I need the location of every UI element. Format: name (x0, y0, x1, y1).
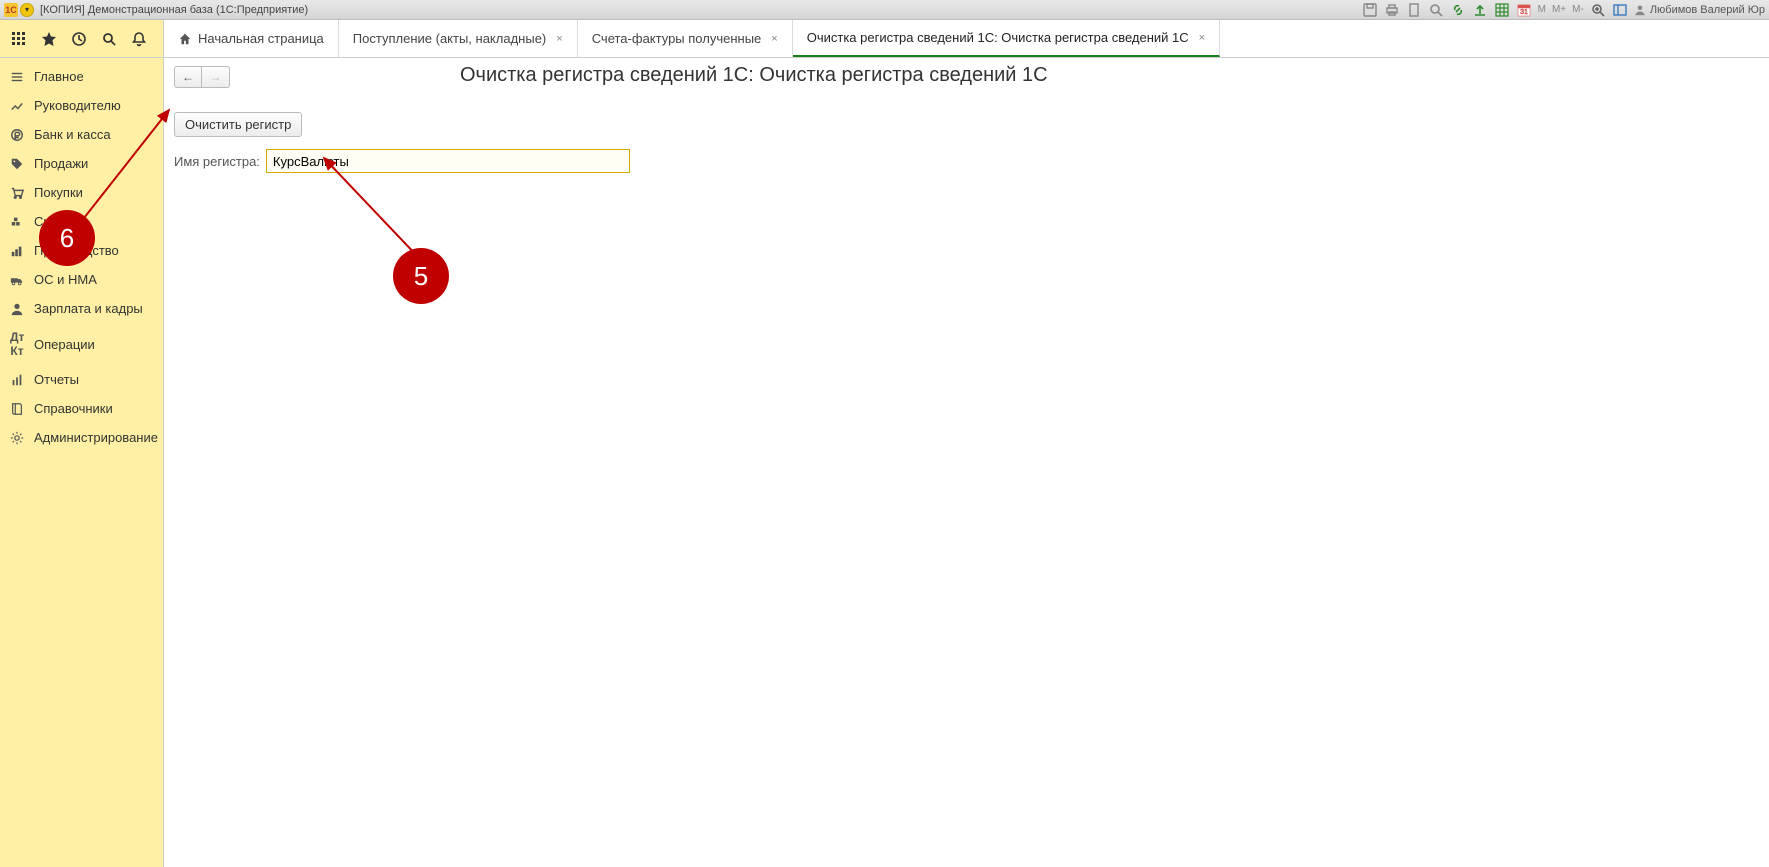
star-icon[interactable] (40, 30, 58, 48)
operations-icon: ДтКт (10, 330, 24, 358)
home-icon (178, 32, 192, 46)
tab-home[interactable]: Начальная страница (164, 20, 339, 57)
calendar-icon[interactable]: 31 (1516, 2, 1532, 18)
tag-icon (10, 157, 24, 171)
sidebar-item-sales[interactable]: Продажи (0, 149, 163, 178)
sidebar-item-label: Руководителю (34, 98, 121, 113)
cart-icon (10, 186, 24, 200)
user-info[interactable]: Любимов Валерий Юр (1634, 4, 1765, 16)
sidebar-item-label: Покупки (34, 185, 83, 200)
document-icon[interactable] (1406, 2, 1422, 18)
svg-text:31: 31 (1520, 9, 1528, 16)
titlebar-icons: 31 M M+ M- (1362, 2, 1628, 18)
page-title: Очистка регистра сведений 1С: Очистка ре… (460, 64, 1048, 87)
memory-mplus-icon[interactable]: M+ (1552, 2, 1566, 18)
annotation-callout-5: 5 (393, 248, 449, 304)
sidebar-item-label: ОС и НМА (34, 272, 97, 287)
sidebar-item-admin[interactable]: Администрирование (0, 423, 163, 452)
zoom-icon[interactable] (1590, 2, 1606, 18)
window-title: [КОПИЯ] Демонстрационная база (1С:Предпр… (40, 4, 308, 16)
search-tb-icon[interactable] (1428, 2, 1444, 18)
history-icon[interactable] (70, 30, 88, 48)
register-name-row: Имя регистра: (174, 149, 1759, 173)
tab-home-label: Начальная страница (198, 31, 324, 46)
sidebar-item-operations[interactable]: ДтКт Операции (0, 323, 163, 365)
memory-mminus-icon[interactable]: M- (1572, 2, 1584, 18)
close-icon[interactable]: × (771, 33, 777, 45)
memory-m-icon[interactable]: M (1538, 2, 1546, 18)
sidebar-item-label: Продажи (34, 156, 88, 171)
bars-icon (10, 244, 24, 258)
truck-icon (10, 273, 24, 287)
sidebar-item-label: Отчеты (34, 372, 79, 387)
panel-icon[interactable] (1612, 2, 1628, 18)
sidebar-item-main[interactable]: Главное (0, 62, 163, 91)
search-icon[interactable] (100, 30, 118, 48)
sidebar-item-label: Операции (34, 337, 95, 352)
sidebar-item-label: Справочники (34, 401, 113, 416)
annotation-callout-6: 6 (39, 210, 95, 266)
sidebar-item-label: Главное (34, 69, 84, 84)
forward-button[interactable]: → (202, 66, 230, 88)
warehouse-icon (10, 215, 24, 229)
sidebar: Главное Руководителю Банк и касса Продаж… (0, 58, 164, 867)
tabs: Начальная страница Поступление (акты, на… (164, 20, 1769, 57)
sidebar-item-bank[interactable]: Банк и касса (0, 120, 163, 149)
quick-tools (0, 20, 164, 57)
tab-clear-register-label: Очистка регистра сведений 1С: Очистка ре… (807, 30, 1189, 45)
menu-icon (10, 70, 24, 84)
sidebar-item-label: Зарплата и кадры (34, 301, 143, 316)
tab-receipts[interactable]: Поступление (акты, накладные) × (339, 20, 578, 57)
sidebar-item-payroll[interactable]: Зарплата и кадры (0, 294, 163, 323)
ruble-icon (10, 128, 24, 142)
link-icon[interactable] (1450, 2, 1466, 18)
app-logo-icon: 1С (4, 3, 18, 17)
sidebar-item-reports[interactable]: Отчеты (0, 365, 163, 394)
titlebar: 1С ▾ [КОПИЯ] Демонстрационная база (1С:П… (0, 0, 1769, 20)
tab-invoices[interactable]: Счета-фактуры полученные × (578, 20, 793, 57)
register-name-label: Имя регистра: (174, 154, 260, 169)
sidebar-item-directories[interactable]: Справочники (0, 394, 163, 423)
apps-icon[interactable] (10, 30, 28, 48)
sidebar-item-assets[interactable]: ОС и НМА (0, 265, 163, 294)
register-name-input[interactable] (266, 149, 630, 173)
bell-icon[interactable] (130, 30, 148, 48)
user-name: Любимов Валерий Юр (1650, 4, 1765, 16)
tab-invoices-label: Счета-фактуры полученные (592, 31, 762, 46)
sidebar-item-label: Банк и касса (34, 127, 111, 142)
report-icon (10, 373, 24, 387)
chart-up-icon (10, 99, 24, 113)
save-icon[interactable] (1362, 2, 1378, 18)
upload-icon[interactable] (1472, 2, 1488, 18)
close-icon[interactable]: × (556, 33, 562, 45)
toolbar-row: Начальная страница Поступление (акты, на… (0, 20, 1769, 58)
sidebar-item-manager[interactable]: Руководителю (0, 91, 163, 120)
grid-icon[interactable] (1494, 2, 1510, 18)
gear-icon (10, 431, 24, 445)
print-icon[interactable] (1384, 2, 1400, 18)
dropdown-icon[interactable]: ▾ (20, 3, 34, 17)
layout: Главное Руководителю Банк и касса Продаж… (0, 58, 1769, 867)
book-icon (10, 402, 24, 416)
clear-register-button[interactable]: Очистить регистр (174, 112, 302, 137)
content: ← → Очистка регистра сведений 1С: Очистк… (164, 58, 1769, 867)
sidebar-item-purchases[interactable]: Покупки (0, 178, 163, 207)
back-button[interactable]: ← (174, 66, 202, 88)
close-icon[interactable]: × (1199, 32, 1205, 44)
tab-clear-register[interactable]: Очистка регистра сведений 1С: Очистка ре… (793, 20, 1220, 57)
person-icon (10, 302, 24, 316)
tab-receipts-label: Поступление (акты, накладные) (353, 31, 546, 46)
user-icon (1634, 4, 1646, 16)
sidebar-item-label: Администрирование (34, 430, 158, 445)
